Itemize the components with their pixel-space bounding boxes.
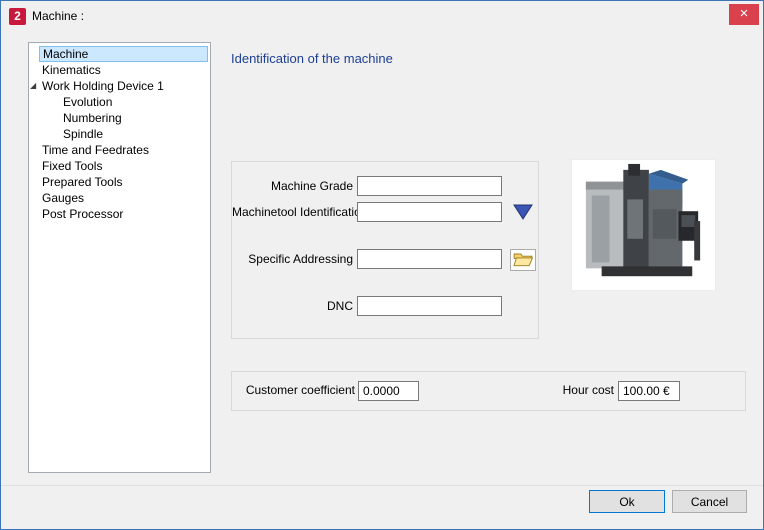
tree-item-label: Kinematics: [42, 63, 101, 77]
machinetool-dropdown-button[interactable]: [510, 202, 536, 224]
machine-dialog: 2 Machine : × Machine Kinematics ◢ Work …: [0, 0, 764, 530]
browse-folder-button[interactable]: [510, 249, 536, 271]
window-title: Machine :: [32, 9, 85, 23]
tree-item-gauges[interactable]: Gauges: [29, 190, 210, 206]
dropdown-triangle-icon: [513, 204, 533, 220]
machinetool-identification-label: Machinetool Identification: [232, 205, 368, 219]
specific-addressing-label: Specific Addressing: [248, 252, 353, 266]
tree-item-prepared-tools[interactable]: Prepared Tools: [29, 174, 210, 190]
tree-item-fixed-tools[interactable]: Fixed Tools: [29, 158, 210, 174]
tree-item-label: Evolution: [63, 95, 113, 109]
app-icon: 2: [9, 7, 26, 25]
tree-item-label: Machine: [39, 46, 208, 62]
machine-illustration: [572, 160, 715, 290]
close-button[interactable]: ×: [729, 4, 759, 25]
cancel-button[interactable]: Cancel: [672, 490, 747, 513]
tree-item-label: Fixed Tools: [42, 159, 103, 173]
tree-item-label: Gauges: [42, 191, 85, 205]
customer-coefficient-label: Customer coefficient: [245, 383, 355, 397]
tree-item-numbering[interactable]: Numbering: [29, 110, 210, 126]
tree-item-work-holding-device-1[interactable]: ◢ Work Holding Device 1: [29, 78, 210, 94]
tree-item-kinematics[interactable]: Kinematics: [29, 62, 210, 78]
cost-group: Customer coefficient Hour cost: [231, 371, 746, 411]
identification-group: Machine Grade Machinetool Identification…: [231, 161, 539, 339]
tree-item-label: Numbering: [63, 111, 122, 125]
folder-icon: [513, 253, 534, 267]
tree-item-spindle[interactable]: Spindle: [29, 126, 210, 142]
tree-item-time-and-feedrates[interactable]: Time and Feedrates: [29, 142, 210, 158]
dnc-input[interactable]: [357, 296, 502, 316]
tree-item-label: Spindle: [63, 127, 104, 141]
machine-tree: Machine Kinematics ◢ Work Holding Device…: [28, 42, 211, 473]
customer-coefficient-input[interactable]: [358, 381, 419, 401]
tree-item-post-processor[interactable]: Post Processor: [29, 206, 210, 222]
footer-separator: [1, 485, 763, 486]
close-icon: ×: [739, 5, 749, 22]
hour-cost-input[interactable]: [618, 381, 680, 401]
specific-addressing-input[interactable]: [357, 249, 502, 269]
dnc-label: DNC: [327, 299, 353, 313]
tree-item-label: Prepared Tools: [42, 175, 123, 189]
ok-button[interactable]: Ok: [589, 490, 665, 513]
page-title: Identification of the machine: [231, 51, 393, 66]
tree-item-label: Work Holding Device 1: [42, 79, 164, 93]
machine-grade-input[interactable]: [357, 176, 502, 196]
machine-grade-label: Machine Grade: [270, 179, 353, 193]
tree-item-machine[interactable]: Machine: [29, 46, 210, 62]
tree-item-evolution[interactable]: Evolution: [29, 94, 210, 110]
expander-icon[interactable]: ◢: [30, 81, 36, 91]
machine-image: [571, 159, 716, 291]
titlebar[interactable]: 2 Machine : ×: [1, 1, 763, 31]
tree-item-label: Time and Feedrates: [42, 143, 149, 157]
hour-cost-label: Hour cost: [562, 383, 614, 397]
machinetool-identification-input[interactable]: [357, 202, 502, 222]
tree-item-label: Post Processor: [42, 207, 124, 221]
